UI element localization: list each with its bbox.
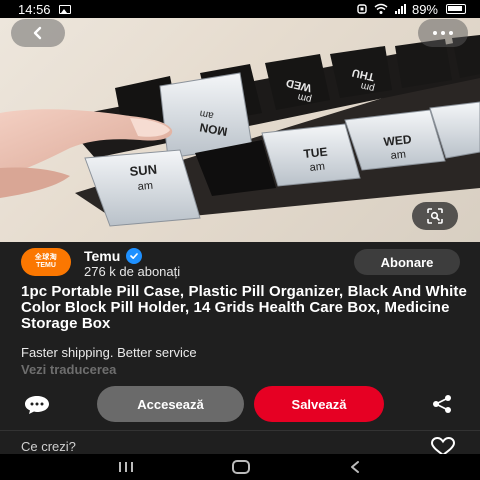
pin-description: Faster shipping. Better service [21, 345, 197, 360]
creator-name-text: Temu [84, 248, 121, 264]
battery-icon [446, 4, 466, 14]
gallery-notification-icon [58, 4, 71, 14]
visual-search-icon [427, 208, 443, 224]
photo-label-tue: TUE [303, 145, 328, 161]
photo-label-wed-am: am [390, 148, 406, 162]
battery-percent: 89% [411, 1, 438, 17]
avatar-logo-brand: TEMU [36, 262, 56, 269]
system-navigation-bar [0, 454, 480, 480]
comment-prompt[interactable]: Ce crezi? [21, 439, 76, 454]
follower-count: 276 k de abonați [84, 264, 181, 279]
signal-icon [394, 4, 406, 14]
home-button[interactable] [231, 460, 250, 474]
share-icon[interactable] [430, 394, 454, 414]
avatar-logo-text: 全球淘 [34, 254, 58, 261]
status-right: 89% [356, 2, 466, 17]
status-bar: 14:56 89% [0, 0, 480, 18]
photo-label-sun: SUN [129, 162, 158, 179]
more-options-button[interactable] [418, 19, 468, 47]
avatar[interactable]: 全球淘 TEMU [21, 248, 71, 276]
subscribe-button[interactable]: Abonare [354, 249, 460, 275]
creator-name[interactable]: Temu [84, 248, 143, 264]
comment-icon[interactable] [23, 394, 51, 416]
pin-title: 1pc Portable Pill Case, Plastic Pill Org… [21, 283, 467, 332]
system-back-button[interactable] [349, 460, 361, 474]
verified-icon [126, 248, 143, 264]
back-icon [33, 26, 42, 40]
action-bar: Accesează Salvează [0, 384, 480, 424]
alarm-icon [357, 4, 367, 14]
photo-label-tue-am: am [309, 160, 325, 174]
recent-apps-button[interactable] [119, 462, 134, 472]
status-time: 14:56 [18, 1, 51, 17]
photo-label-sun-am: am [137, 180, 153, 193]
pill-case-illustration: WED pm THU pm MON am SUN am TUE am WED a… [0, 35, 480, 227]
creator-row: 全球淘 TEMU Temu 276 k de abonați Abonare [0, 242, 480, 282]
photo-label-wed-front: WED [383, 132, 413, 149]
back-button[interactable] [11, 19, 65, 47]
more-icon [433, 31, 437, 35]
pin-image[interactable]: WED pm THU pm MON am SUN am TUE am WED a… [0, 18, 480, 242]
translate-link[interactable]: Vezi traducerea [21, 362, 116, 377]
divider [0, 430, 480, 431]
visit-button[interactable]: Accesează [97, 386, 244, 422]
wifi-icon [374, 3, 388, 14]
visual-search-button[interactable] [412, 202, 458, 230]
save-button[interactable]: Salvează [254, 386, 384, 422]
